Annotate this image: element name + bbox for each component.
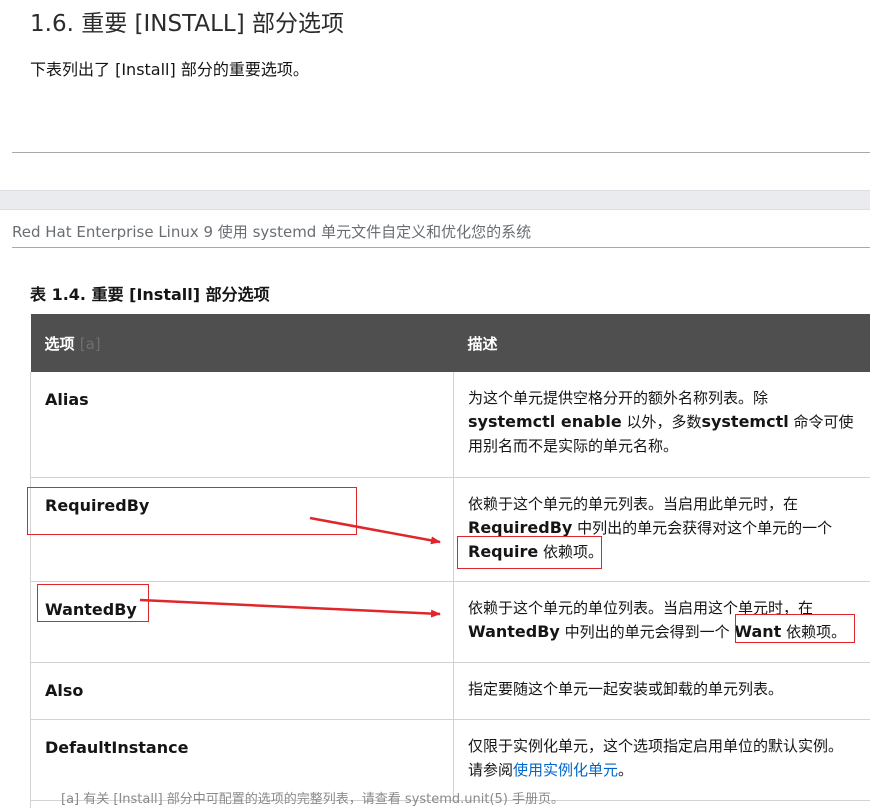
option-description: 指定要随这个单元一起安装或卸载的单元列表。 — [453, 662, 870, 720]
table-row: Also 指定要随这个单元一起安装或卸载的单元列表。 — [30, 662, 870, 720]
annotation-box-require — [457, 536, 602, 569]
annotation-box-wantedby — [37, 584, 149, 622]
document-page: 1.6. 重要 [INSTALL] 部分选项 下表列出了 [Install] 部… — [0, 0, 870, 808]
annotation-box-want — [735, 614, 855, 643]
option-name: Alias — [30, 372, 454, 478]
header-description: 描述 — [453, 314, 870, 372]
running-header: Red Hat Enterprise Linux 9 使用 systemd 单元… — [12, 223, 532, 241]
table-footnote: [a] 有关 [Install] 部分中可配置的选项的完整列表，请查看 syst… — [30, 788, 870, 808]
annotation-box-requiredby — [27, 487, 357, 535]
section-title: 1.6. 重要 [INSTALL] 部分选项 — [30, 11, 344, 37]
page-break — [0, 190, 870, 210]
install-options-table: 选项 [a] 描述 Alias 为这个单元提供空格分开的额外名称列表。除 sys… — [30, 314, 870, 801]
option-description: 为这个单元提供空格分开的额外名称列表。除 systemctl enable 以外… — [453, 372, 870, 478]
section-intro: 下表列出了 [Install] 部分的重要选项。 — [30, 60, 309, 79]
table-header-row: 选项 [a] 描述 — [30, 314, 870, 372]
option-name: Also — [30, 662, 454, 720]
footnote-ref-link[interactable]: [a] — [80, 335, 101, 353]
header-rule — [12, 247, 870, 248]
header-option: 选项 [a] — [30, 314, 454, 372]
table-row: Alias 为这个单元提供空格分开的额外名称列表。除 systemctl ena… — [30, 372, 870, 478]
table-caption: 表 1.4. 重要 [Install] 部分选项 — [30, 285, 270, 304]
divider-rule — [12, 152, 870, 153]
instantiated-units-link[interactable]: 使用实例化单元 — [513, 761, 618, 779]
